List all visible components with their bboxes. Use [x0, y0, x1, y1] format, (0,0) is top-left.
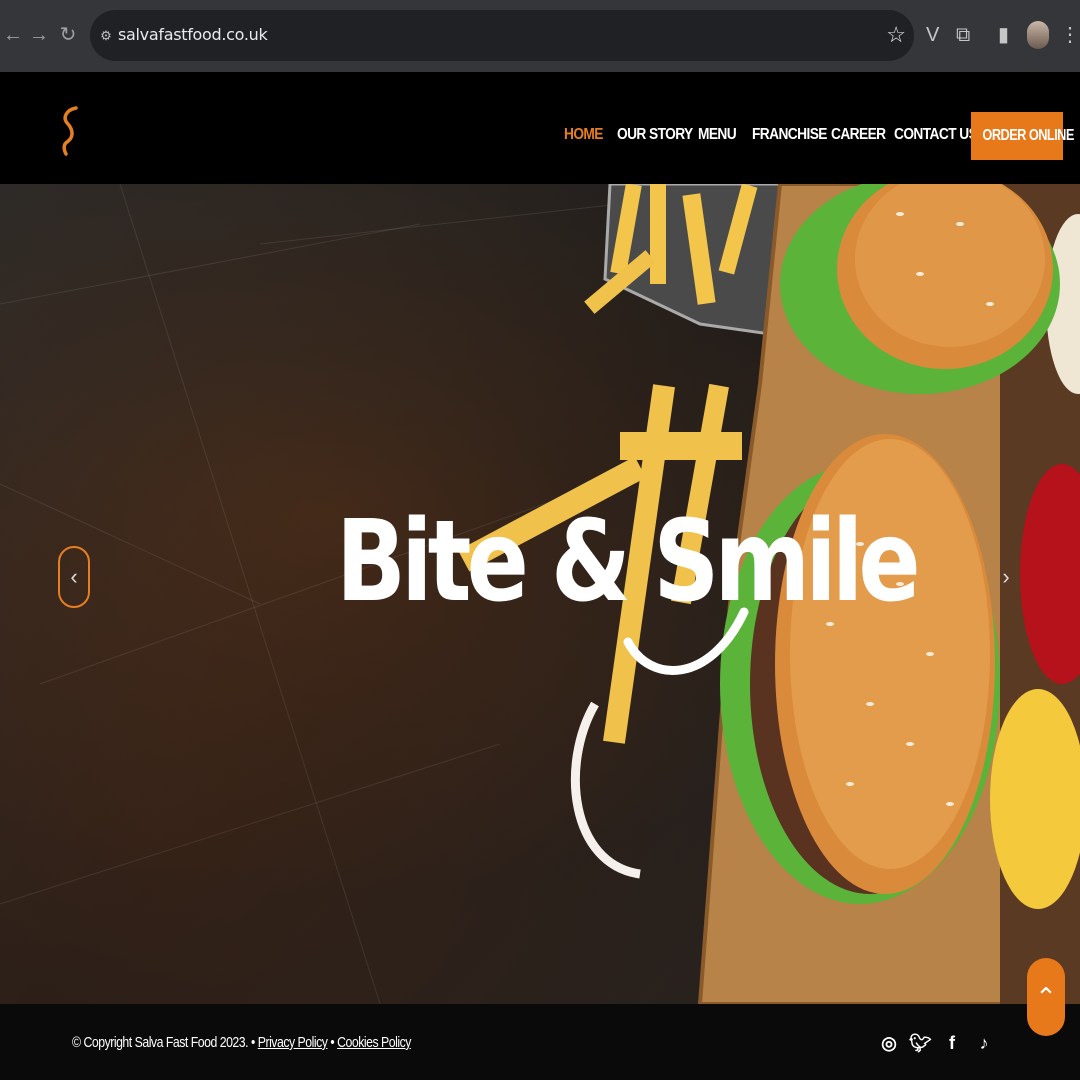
reload-icon[interactable]: ↻ [55, 22, 81, 48]
extension-icon[interactable]: V [926, 22, 939, 48]
side-panel-icon[interactable]: ▮ [998, 22, 1009, 48]
address-bar[interactable]: ⚙ salvafastfood.co.uk ☆ [90, 10, 914, 61]
next-slide-button[interactable]: › [990, 546, 1022, 608]
hero-slider: ‹ › Bite & Smile [0, 184, 1080, 1004]
main-nav: HOME OUR STORY MENU FRANCHISE CAREER CON… [0, 126, 1080, 150]
bookmark-star-icon[interactable]: ☆ [886, 22, 906, 48]
extensions-puzzle-icon[interactable]: ⧉ [956, 22, 970, 48]
copyright-line: © Copyright Salva Fast Food 2023. • Priv… [72, 1034, 411, 1051]
site-footer: © Copyright Salva Fast Food 2023. • Priv… [0, 1004, 1080, 1080]
instagram-icon[interactable]: ◎ [878, 1032, 900, 1054]
tiktok-icon[interactable]: ♪ [973, 1032, 995, 1054]
copyright-text: © Copyright Salva Fast Food 2023. [72, 1034, 249, 1051]
nav-contact-us[interactable]: CONTACT US [894, 126, 978, 144]
twitter-icon[interactable]: 🐦︎ [909, 1032, 932, 1054]
back-arrow-icon[interactable]: ← [0, 22, 26, 48]
scroll-to-top-button[interactable]: ⌃ [1027, 958, 1065, 1036]
separator: • [251, 1034, 255, 1051]
browser-toolbar: ← → ↻ ⚙ salvafastfood.co.uk ☆ V ⧉ ▮ ⋮ [0, 0, 1080, 72]
profile-avatar[interactable] [1027, 21, 1049, 49]
privacy-policy-link[interactable]: Privacy Policy [258, 1034, 328, 1051]
nav-franchise[interactable]: FRANCHISE [752, 126, 827, 144]
nav-career[interactable]: CAREER [831, 126, 886, 144]
nav-our-story[interactable]: OUR STORY [617, 126, 693, 144]
site-header: HOME OUR STORY MENU FRANCHISE CAREER CON… [0, 72, 1080, 184]
separator: • [330, 1034, 335, 1051]
site-info-icon[interactable]: ⚙ [96, 26, 116, 46]
order-online-button[interactable]: ORDER ONLINE [971, 112, 1074, 160]
facebook-icon[interactable]: f [941, 1032, 963, 1054]
prev-slide-button[interactable]: ‹ [58, 546, 90, 608]
nav-home[interactable]: HOME [564, 126, 603, 144]
menu-kebab-icon[interactable]: ⋮ [1060, 22, 1080, 48]
url-text[interactable]: salvafastfood.co.uk [118, 25, 268, 44]
smile-graphic [623, 607, 749, 675]
cookies-policy-link[interactable]: Cookies Policy [337, 1034, 411, 1051]
order-online-label: ORDER ONLINE [982, 127, 1074, 144]
forward-arrow-icon[interactable]: → [26, 22, 52, 48]
nav-menu[interactable]: MENU [698, 126, 737, 144]
